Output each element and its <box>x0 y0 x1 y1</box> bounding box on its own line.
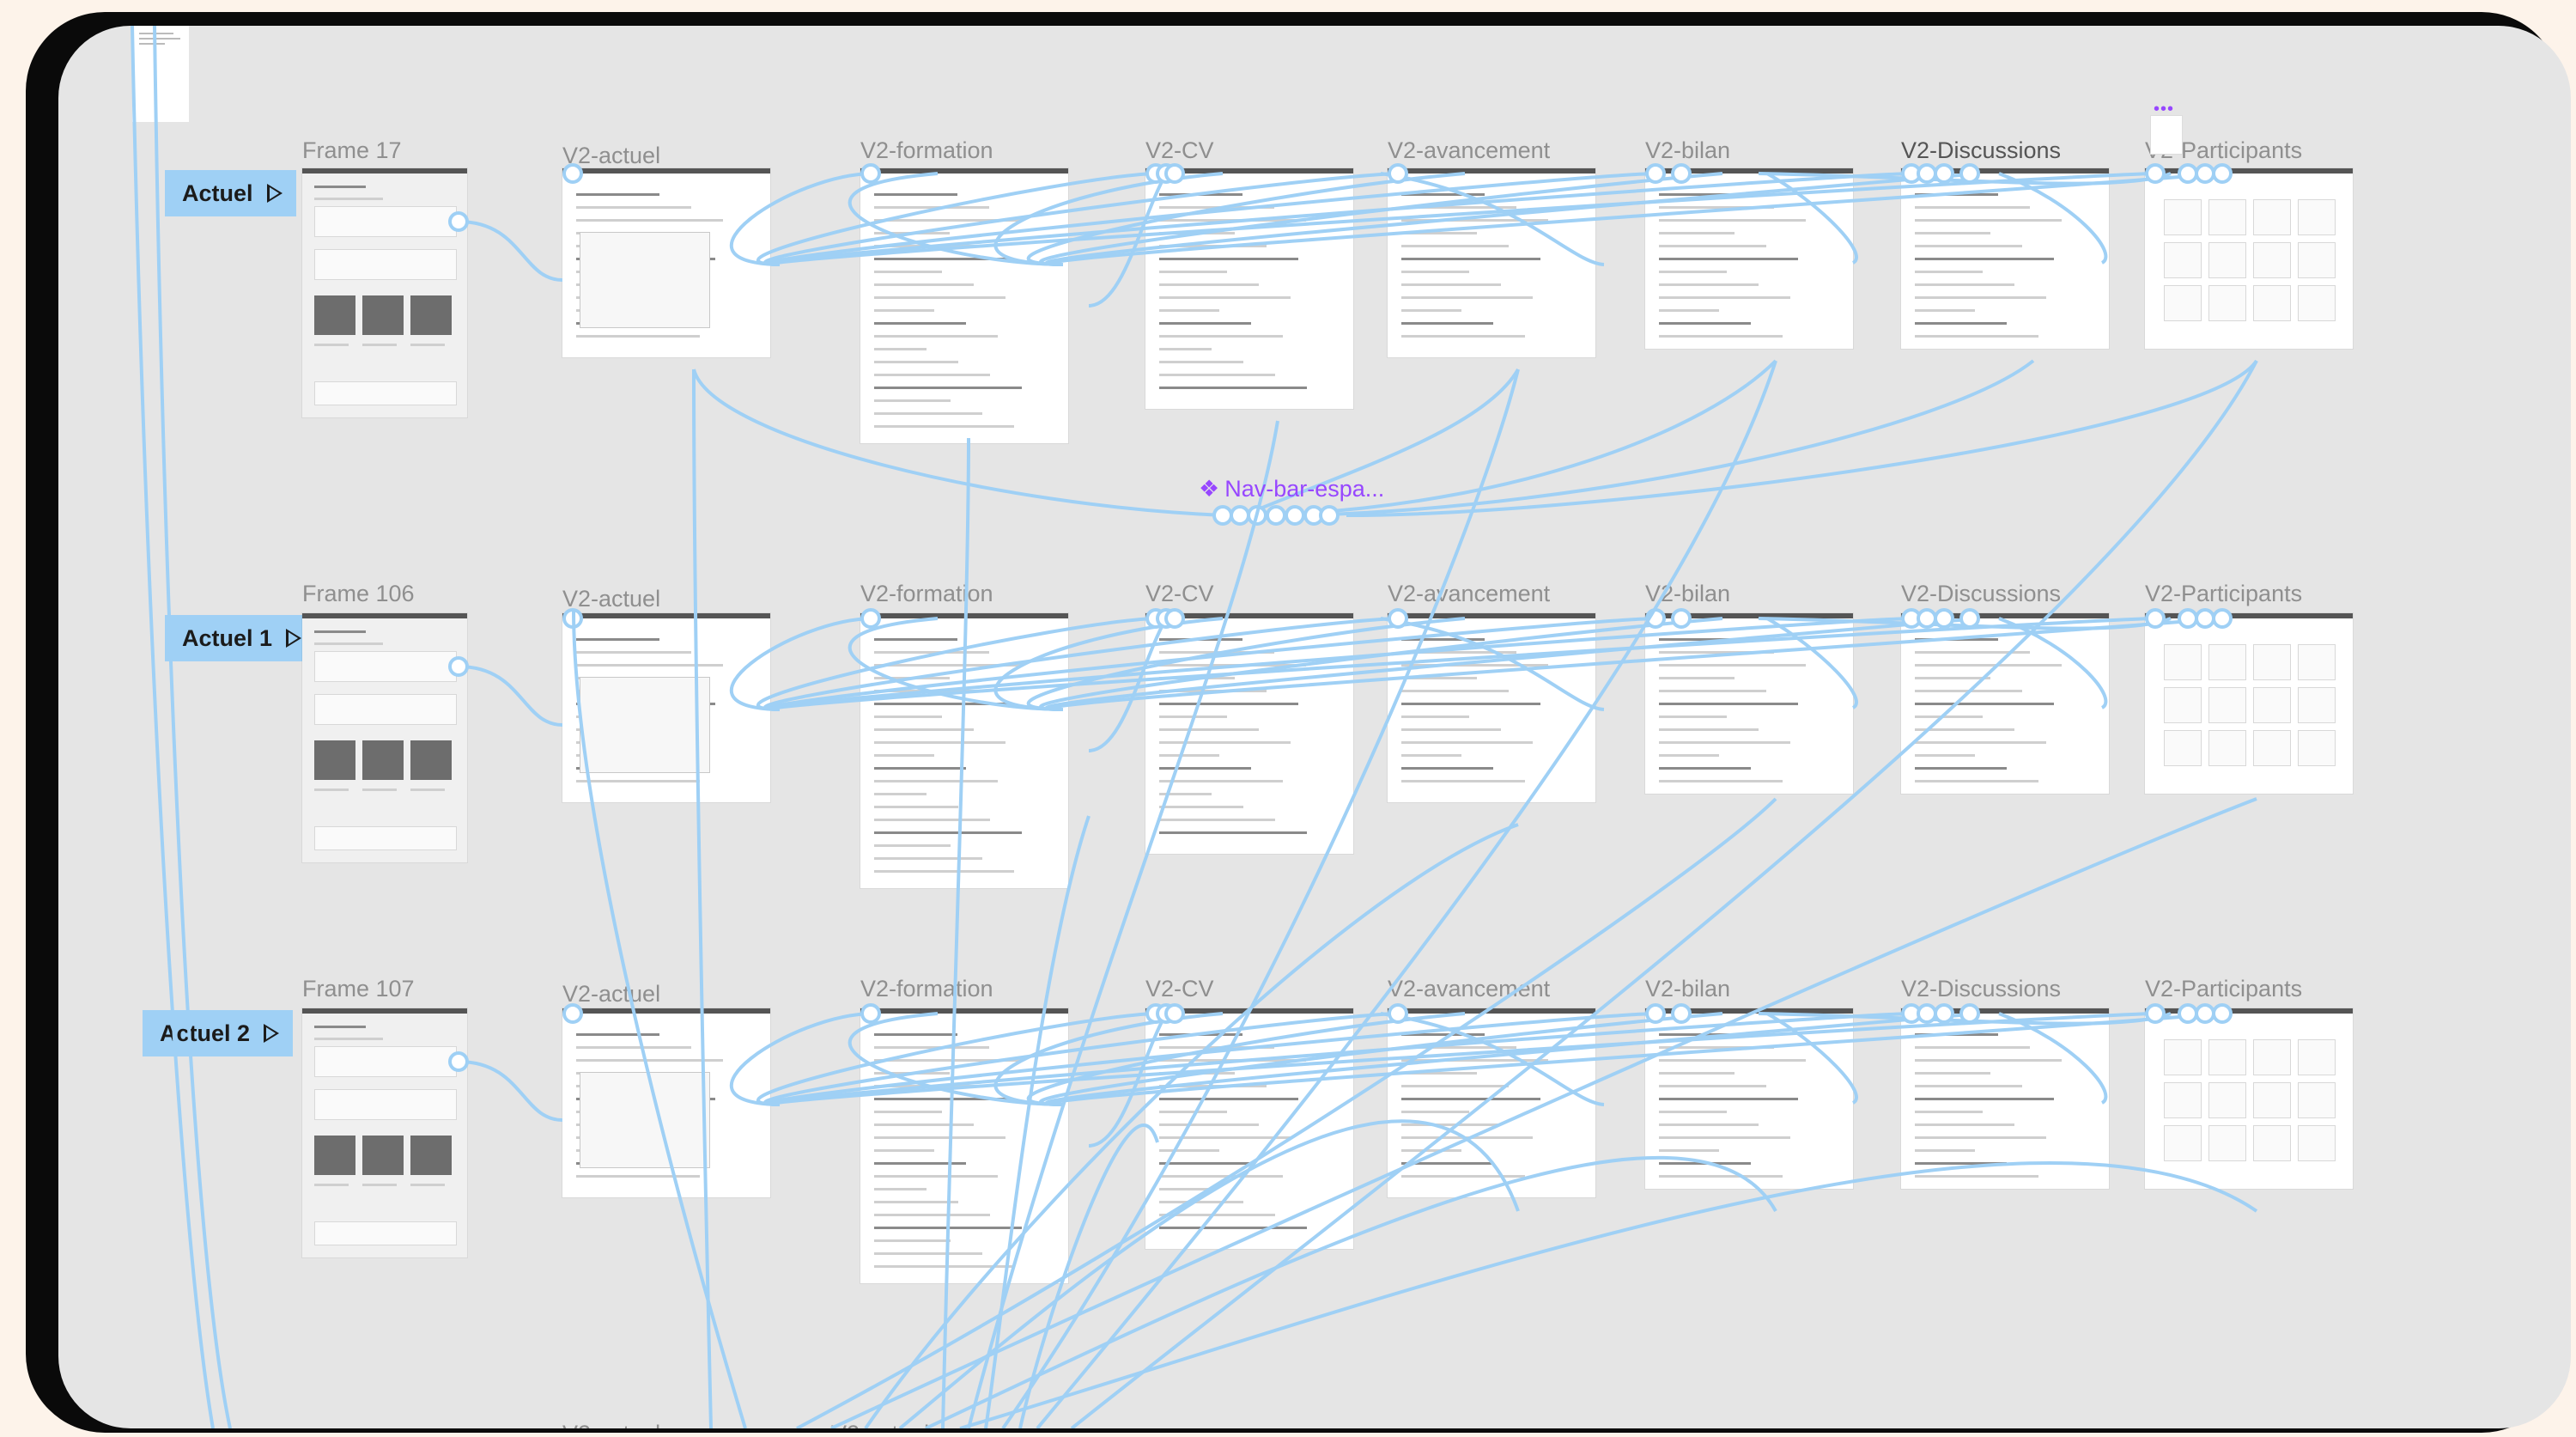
frame-title[interactable]: V2-actuel <box>562 1421 660 1428</box>
flow-start-actuel-2[interactable]: Actuel 2 <box>143 1010 294 1056</box>
connection-wire <box>1346 359 2258 517</box>
frame-thumbnail[interactable] <box>1645 613 1853 794</box>
connection-wire <box>1039 172 1723 266</box>
connection-wire <box>131 26 215 1428</box>
connection-wire <box>153 26 232 1428</box>
connection-handle <box>1266 505 1286 526</box>
connection-wire <box>1001 368 1520 1428</box>
frame-title[interactable]: V2-Participants <box>2145 581 2302 607</box>
frame-thumbnail[interactable] <box>2145 613 2353 794</box>
connection-handle <box>1247 505 1267 526</box>
frame-title[interactable]: V2-avancement <box>1388 137 1550 164</box>
frame-thumbnail[interactable] <box>1388 168 1595 357</box>
frame-title[interactable]: V2-CV <box>1145 581 1214 607</box>
frame-title[interactable]: V2-avancement <box>1388 581 1550 607</box>
frame-thumbnail[interactable] <box>1388 1008 1595 1197</box>
frame-title[interactable]: V2-actuel <box>562 143 660 169</box>
frame-title[interactable]: V2-CV <box>1145 976 1214 1002</box>
frame-title[interactable]: V2-Discussions <box>1901 137 2061 164</box>
connection-handle <box>1303 505 1324 526</box>
frame-thumbnail[interactable] <box>860 613 1068 888</box>
frame-title[interactable]: Frame 17 <box>302 137 402 164</box>
component-diamond-icon: ❖ <box>1199 476 1220 502</box>
frame-thumbnail[interactable] <box>2145 168 2353 349</box>
frame-title[interactable]: V2-actuel <box>562 981 660 1008</box>
frame-title[interactable]: V2-actuel <box>831 1421 929 1428</box>
frame-title[interactable]: V2-formation <box>860 581 993 607</box>
flow-start-actuel-1[interactable]: Actuel 1 <box>165 615 316 661</box>
note-frame[interactable] <box>132 26 189 122</box>
play-icon <box>266 184 283 203</box>
frame-title[interactable]: V2-CV <box>1145 137 1214 164</box>
component-label: Nav-bar-espa... <box>1224 476 1385 502</box>
flow-label: Actuel 1 <box>182 624 273 651</box>
frame-thumbnail[interactable] <box>1145 613 1353 854</box>
frame-title[interactable]: V2-Discussions <box>1901 581 2061 607</box>
avatar-thumb[interactable] <box>2150 115 2183 155</box>
connection-handle <box>1230 505 1250 526</box>
connection-wire <box>458 1060 563 1122</box>
connection-wire <box>1036 360 1777 1428</box>
connection-handle <box>1212 505 1233 526</box>
frame-title[interactable]: Frame 106 <box>302 581 415 607</box>
device-bezel: Actuel Frame 17 V2-actuel V2-formation V… <box>26 12 2571 1433</box>
frame-title[interactable]: V2-bilan <box>1645 581 1730 607</box>
frame-title[interactable]: V2-formation <box>860 976 993 1002</box>
frame-thumbnail[interactable] <box>302 168 467 417</box>
connection-wire <box>458 220 563 282</box>
frame-title[interactable]: V2-formation <box>860 137 993 164</box>
frame-thumbnail[interactable] <box>1145 1008 1353 1249</box>
frame-thumbnail[interactable] <box>1145 168 1353 409</box>
frame-title[interactable]: V2-bilan <box>1645 137 1730 164</box>
connection-wire <box>1070 360 2258 1428</box>
frame-title[interactable]: V2-avancement <box>1388 976 1550 1002</box>
frame-thumbnail[interactable] <box>1901 1008 2109 1189</box>
frame-thumbnail[interactable] <box>1645 168 1853 349</box>
frame-title[interactable]: V2-actuel <box>562 586 660 612</box>
connection-handle <box>1319 505 1340 526</box>
connection-wire <box>692 368 713 1428</box>
frame-thumbnail[interactable] <box>2145 1008 2353 1189</box>
connection-wire <box>458 665 563 727</box>
frame-thumbnail[interactable] <box>302 1008 467 1257</box>
frame-title[interactable]: V2-Participants <box>2145 976 2302 1002</box>
flow-label: Actuel <box>182 180 253 206</box>
connection-handle <box>1285 505 1305 526</box>
frame-thumbnail[interactable] <box>1645 1008 1853 1189</box>
frame-thumbnail[interactable] <box>860 1008 1068 1283</box>
flow-start-actuel[interactable]: Actuel <box>165 170 296 216</box>
frame-thumbnail[interactable] <box>1901 168 2109 349</box>
frame-title[interactable]: Frame 107 <box>302 976 415 1002</box>
play-icon <box>286 629 302 648</box>
nav-bar-component[interactable]: ❖ Nav-bar-espa... <box>1199 476 1384 502</box>
play-icon <box>264 1024 280 1043</box>
flow-label: Actuel 2 <box>160 1020 251 1046</box>
connection-wire <box>1039 617 1723 711</box>
frame-thumbnail[interactable] <box>1388 613 1595 802</box>
frame-thumbnail[interactable] <box>1901 613 2109 794</box>
frame-thumbnail[interactable] <box>562 613 770 802</box>
frame-thumbnail[interactable] <box>860 168 1068 443</box>
connection-wire <box>1303 359 2035 517</box>
frame-thumbnail[interactable] <box>302 613 467 862</box>
frame-title[interactable]: V2-Discussions <box>1901 976 2061 1002</box>
frame-thumbnail[interactable] <box>562 168 770 357</box>
frame-thumbnail[interactable] <box>562 1008 770 1197</box>
connection-wire <box>1039 1012 1723 1106</box>
figma-canvas[interactable]: Actuel Frame 17 V2-actuel V2-formation V… <box>58 26 2571 1428</box>
frame-title[interactable]: V2-bilan <box>1645 976 1730 1002</box>
